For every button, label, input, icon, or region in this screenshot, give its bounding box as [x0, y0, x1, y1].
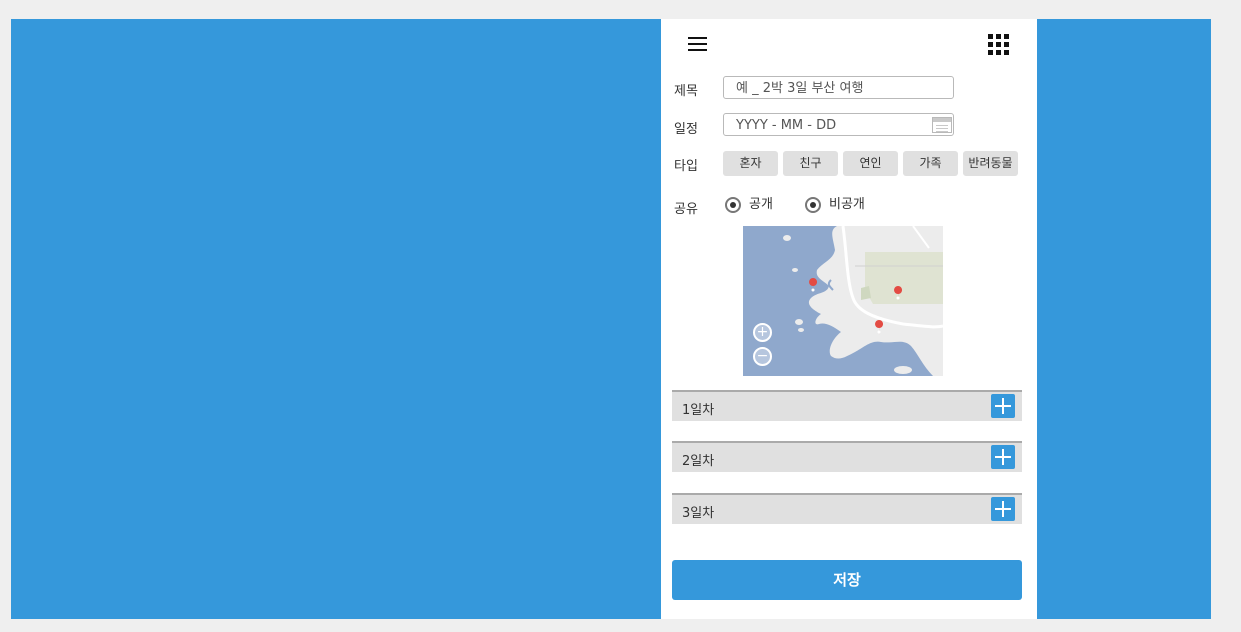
add-day-2-plus-icon[interactable]	[991, 445, 1015, 469]
type-button-pet[interactable]: 반려동물	[963, 151, 1018, 176]
day-row-2: 2일차	[672, 441, 1022, 472]
map-zoom-in-icon[interactable]: +	[753, 323, 772, 342]
radio-private-dot[interactable]	[805, 197, 821, 213]
date-input[interactable]: YYYY - MM - DD	[723, 113, 954, 136]
radio-public-label: 공개	[749, 197, 773, 212]
schedule-label: 일정	[674, 122, 698, 137]
apps-grid-icon[interactable]	[988, 34, 1009, 55]
add-day-1-plus-icon[interactable]	[991, 394, 1015, 418]
trip-form-panel: 제목 예 _ 2박 3일 부산 여행 일정 YYYY - MM - DD 타입 …	[661, 19, 1037, 619]
radio-public[interactable]: 공개	[725, 197, 785, 217]
title-label: 제목	[674, 84, 698, 99]
date-placeholder: YYYY - MM - DD	[736, 118, 837, 133]
day-row-3: 3일차	[672, 493, 1022, 524]
type-button-family[interactable]: 가족	[903, 151, 958, 176]
radio-private-label: 비공개	[829, 197, 865, 212]
map-zoom-out-icon[interactable]: −	[753, 347, 772, 366]
day-label-1: 1일차	[682, 403, 715, 418]
calendar-icon[interactable]	[932, 117, 952, 133]
day-label-2: 2일차	[682, 454, 715, 469]
add-day-3-plus-icon[interactable]	[991, 497, 1015, 521]
title-input[interactable]: 예 _ 2박 3일 부산 여행	[723, 76, 954, 99]
hamburger-menu-icon[interactable]	[688, 37, 708, 53]
save-button[interactable]: 저장	[672, 560, 1022, 600]
radio-public-dot[interactable]	[725, 197, 741, 213]
share-label: 공유	[674, 202, 698, 217]
day-label-3: 3일차	[682, 506, 715, 521]
type-button-alone[interactable]: 혼자	[723, 151, 778, 176]
radio-private[interactable]: 비공개	[805, 197, 885, 217]
map-image	[743, 226, 943, 376]
map-view[interactable]: + −	[743, 226, 943, 376]
type-button-couple[interactable]: 연인	[843, 151, 898, 176]
day-row-1: 1일차	[672, 390, 1022, 421]
type-button-friends[interactable]: 친구	[783, 151, 838, 176]
type-label: 타입	[674, 159, 698, 174]
